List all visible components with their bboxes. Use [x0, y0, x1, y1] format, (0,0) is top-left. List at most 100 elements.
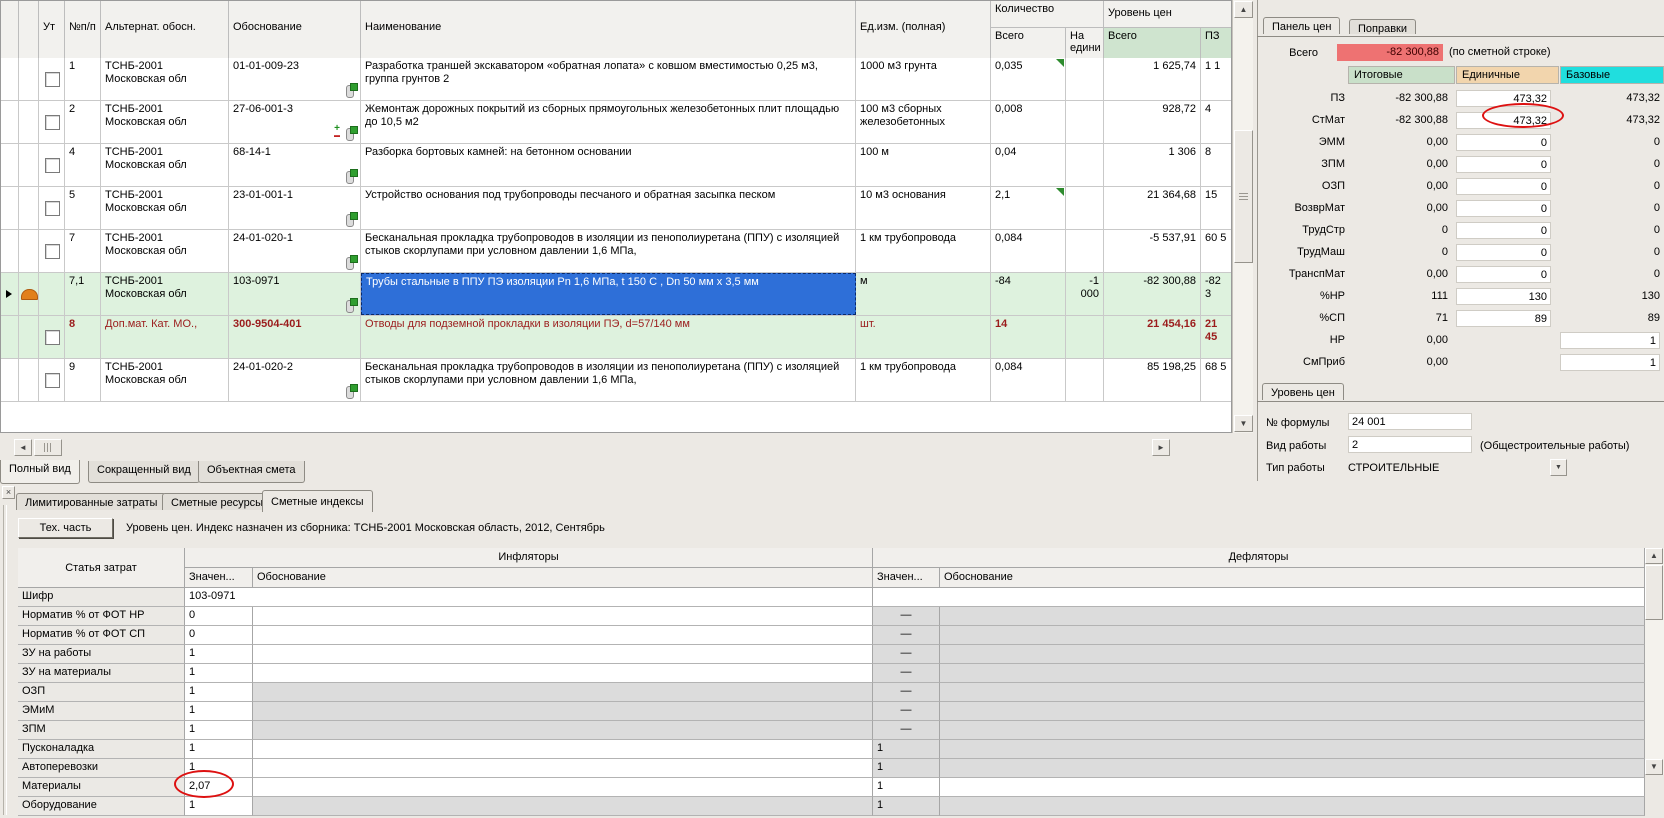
code-cell[interactable]: 27-06-001-3 +▬: [229, 101, 361, 143]
row-num-cell[interactable]: 5: [65, 187, 101, 229]
tab-price-level[interactable]: Уровень цен: [1262, 383, 1344, 400]
price-row-unit-input[interactable]: 0: [1456, 134, 1551, 151]
alt-just-cell[interactable]: ТСНБ-2001 Московская обл: [101, 144, 229, 186]
unit-cell[interactable]: 10 м3 основания: [856, 187, 991, 229]
name-cell-selected[interactable]: Трубы стальные в ППУ ПЭ изоляции Pn 1,6 …: [361, 273, 856, 315]
unit-cell[interactable]: 100 м: [856, 144, 991, 186]
price-row-unit-input[interactable]: 0: [1456, 178, 1551, 195]
deflator-value-cell[interactable]: 1: [873, 740, 940, 759]
name-cell[interactable]: Бесканальная прокладка трубопроводов в и…: [361, 359, 856, 401]
deflator-just-cell[interactable]: [940, 778, 1645, 797]
approve-checkbox[interactable]: [45, 330, 60, 345]
inflator-just-cell[interactable]: [253, 759, 873, 778]
total-cell[interactable]: 1 306: [1104, 144, 1201, 186]
work-type-value[interactable]: СТРОИТЕЛЬНЫЕ: [1348, 462, 1439, 474]
inflator-value-cell[interactable]: 0: [185, 626, 253, 645]
row-num-cell[interactable]: 9: [65, 359, 101, 401]
scroll-up-button[interactable]: ▲: [1645, 548, 1663, 564]
code-cell[interactable]: 24-01-020-1: [229, 230, 361, 272]
row-num-cell[interactable]: 8: [65, 316, 101, 358]
deflator-value-cell[interactable]: —: [873, 721, 940, 740]
deflator-value-cell[interactable]: —: [873, 645, 940, 664]
unit-cell[interactable]: 100 м3 сборных железобетонных: [856, 101, 991, 143]
price-row-unit-input[interactable]: 130: [1456, 288, 1551, 305]
qty-per-unit-cell[interactable]: [1066, 58, 1104, 100]
qty-per-unit-cell[interactable]: -1 000: [1066, 273, 1104, 315]
inflator-just-cell[interactable]: [253, 778, 873, 797]
table-row[interactable]: 5 ТСНБ-2001 Московская обл 23-01-001-1 У…: [1, 187, 1232, 230]
pz-cell[interactable]: 21 45: [1201, 316, 1232, 358]
scroll-thumb[interactable]: [1234, 130, 1253, 263]
qty-per-unit-cell[interactable]: [1066, 144, 1104, 186]
work-type-dropdown-button[interactable]: ▼: [1550, 459, 1567, 476]
inflator-value-cell[interactable]: 1: [185, 664, 253, 683]
name-cell[interactable]: Жемонтаж дорожных покрытий из сборных пр…: [361, 101, 856, 143]
deflator-just-cell[interactable]: [940, 645, 1645, 664]
inflator-value-cell[interactable]: 103-0971: [185, 588, 873, 607]
unit-cell[interactable]: 1 км трубопровода: [856, 359, 991, 401]
inflator-value-cell[interactable]: 1: [185, 645, 253, 664]
row-num-cell[interactable]: 1: [65, 58, 101, 100]
tab-estimate-indexes[interactable]: Сметные индексы: [262, 490, 373, 512]
approve-checkbox[interactable]: [45, 244, 60, 259]
qty-cell[interactable]: -84: [991, 273, 1066, 315]
tab-full-view[interactable]: Полный вид: [0, 460, 80, 484]
scroll-right-button[interactable]: ►: [1152, 439, 1170, 456]
price-row-base-input[interactable]: 1: [1560, 354, 1660, 371]
price-row-unit-input[interactable]: 0: [1456, 200, 1551, 217]
table-row[interactable]: 2 ТСНБ-2001 Московская обл 27-06-001-3 +…: [1, 101, 1232, 144]
deflator-just-cell[interactable]: [940, 702, 1645, 721]
inflator-just-cell[interactable]: [253, 721, 873, 740]
alt-just-cell[interactable]: ТСНБ-2001 Московская обл: [101, 230, 229, 272]
inflator-value-cell[interactable]: 1: [185, 797, 253, 816]
qty-per-unit-cell[interactable]: [1066, 359, 1104, 401]
hscroll-thumb[interactable]: [34, 439, 62, 456]
inflator-value-cell[interactable]: 1: [185, 740, 253, 759]
deflator-value-cell[interactable]: 1: [873, 778, 940, 797]
row-selector-cell[interactable]: [1, 273, 19, 315]
row-selector-cell[interactable]: [1, 187, 19, 229]
inflator-just-cell[interactable]: [253, 702, 873, 721]
deflator-just-cell[interactable]: [940, 683, 1645, 702]
alt-just-cell[interactable]: Доп.мат. Кат. МО.,: [101, 316, 229, 358]
code-cell[interactable]: 68-14-1: [229, 144, 361, 186]
table-row[interactable]: 4 ТСНБ-2001 Московская обл 68-14-1 Разбо…: [1, 144, 1232, 187]
deflator-just-cell[interactable]: [940, 664, 1645, 683]
name-cell[interactable]: Бесканальная прокладка трубопроводов в и…: [361, 230, 856, 272]
inflator-value-cell[interactable]: 0: [185, 607, 253, 626]
total-cell[interactable]: 1 625,74: [1104, 58, 1201, 100]
inflator-just-cell[interactable]: [253, 797, 873, 816]
deflator-just-cell[interactable]: [940, 721, 1645, 740]
deflator-value-cell[interactable]: —: [873, 607, 940, 626]
tab-limited-costs[interactable]: Лимитированные затраты: [16, 493, 166, 510]
alt-just-cell[interactable]: ТСНБ-2001 Московская обл: [101, 187, 229, 229]
deflator-just-cell[interactable]: [940, 759, 1645, 778]
deflator-value-cell[interactable]: —: [873, 626, 940, 645]
row-num-cell[interactable]: 7: [65, 230, 101, 272]
approve-checkbox[interactable]: [45, 373, 60, 388]
tab-object-estimate[interactable]: Объектная смета: [198, 461, 305, 483]
scroll-down-button[interactable]: ▼: [1234, 415, 1253, 432]
deflator-just-cell[interactable]: [940, 740, 1645, 759]
inflator-just-cell[interactable]: [253, 740, 873, 759]
tab-corrections[interactable]: Поправки: [1349, 19, 1416, 34]
table-row[interactable]: 1 ТСНБ-2001 Московская обл 01-01-009-23 …: [1, 58, 1232, 101]
inflator-value-cell[interactable]: 1: [185, 702, 253, 721]
total-cell[interactable]: -5 537,91: [1104, 230, 1201, 272]
pz-cell[interactable]: 1 1: [1201, 58, 1232, 100]
inflator-value-cell[interactable]: 1: [185, 683, 253, 702]
price-row-unit-input[interactable]: 0: [1456, 156, 1551, 173]
deflator-value-cell[interactable]: —: [873, 683, 940, 702]
grid-vscrollbar[interactable]: ▲ ▼: [1232, 0, 1253, 433]
deflator-value-cell[interactable]: [873, 588, 1645, 607]
scroll-thumb[interactable]: [1645, 565, 1663, 620]
work-kind-input[interactable]: 2: [1348, 436, 1472, 453]
qty-per-unit-cell[interactable]: [1066, 101, 1104, 143]
approve-checkbox[interactable]: [45, 158, 60, 173]
name-cell[interactable]: Разработка траншей экскаватором «обратна…: [361, 58, 856, 100]
code-cell[interactable]: 103-0971: [229, 273, 361, 315]
alt-just-cell[interactable]: ТСНБ-2001 Московская обл: [101, 101, 229, 143]
pz-cell[interactable]: 8: [1201, 144, 1232, 186]
row-selector-cell[interactable]: [1, 316, 19, 358]
pz-cell[interactable]: -82 3: [1201, 273, 1232, 315]
